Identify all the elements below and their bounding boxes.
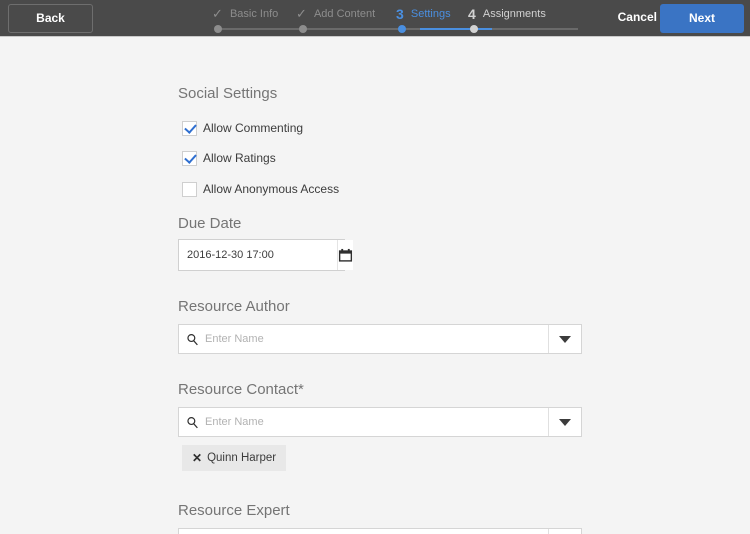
back-button[interactable]: Back <box>8 4 93 33</box>
step-dot-settings[interactable] <box>398 25 406 33</box>
resource-contact-input[interactable] <box>205 408 548 436</box>
stepper-progress-track <box>214 25 578 33</box>
resource-contact-dropdown-button[interactable] <box>548 408 581 436</box>
due-date-field[interactable] <box>178 239 353 271</box>
calendar-icon <box>338 248 353 262</box>
resource-author-input[interactable] <box>205 325 548 353</box>
checkbox-box[interactable] <box>182 121 197 136</box>
wizard-header-bar: Back ✓ Basic Info ✓ Add Content 3 Settin… <box>0 0 750 37</box>
step-dot-basic-info[interactable] <box>214 25 222 33</box>
search-icon <box>179 529 205 534</box>
next-button[interactable]: Next <box>660 4 744 33</box>
stepper-progress-fill <box>420 28 492 30</box>
settings-form: Social Settings Allow Commenting Allow R… <box>0 37 750 534</box>
resource-contact-heading: Resource Contact* <box>178 381 304 398</box>
step-dot-assignments[interactable] <box>470 25 478 33</box>
close-icon[interactable]: ✕ <box>192 451 202 465</box>
chevron-down-icon <box>559 418 571 426</box>
checkbox-label: Allow Ratings <box>203 151 276 165</box>
search-icon <box>179 408 205 436</box>
checkbox-box[interactable] <box>182 151 197 166</box>
step-add-content[interactable]: ✓ Add Content <box>296 6 375 22</box>
resource-author-field[interactable] <box>178 324 582 354</box>
step-assignments[interactable]: 4 Assignments <box>468 6 546 22</box>
resource-expert-input[interactable] <box>205 529 548 534</box>
step-label: Assignments <box>482 8 546 20</box>
social-settings-heading: Social Settings <box>178 85 278 102</box>
calendar-picker-button[interactable] <box>337 240 353 270</box>
resource-expert-field[interactable] <box>178 528 582 534</box>
cancel-button[interactable]: Cancel <box>618 10 657 24</box>
step-settings[interactable]: 3 Settings <box>396 6 451 22</box>
search-icon <box>179 325 205 353</box>
wizard-stepper: ✓ Basic Info ✓ Add Content 3 Settings 4 … <box>200 0 580 37</box>
check-icon: ✓ <box>296 6 307 21</box>
due-date-heading: Due Date <box>178 215 242 232</box>
resource-author-dropdown-button[interactable] <box>548 325 581 353</box>
checkbox-label: Allow Commenting <box>203 121 304 135</box>
step-number: 4 <box>468 6 476 22</box>
chevron-down-icon <box>559 335 571 343</box>
checkbox-label: Allow Anonymous Access <box>203 182 340 196</box>
step-basic-info[interactable]: ✓ Basic Info <box>212 6 278 22</box>
step-number: 3 <box>396 6 404 22</box>
due-date-input[interactable] <box>179 240 337 270</box>
selected-contact-name: Quinn Harper <box>207 452 277 464</box>
resource-contact-field[interactable] <box>178 407 582 437</box>
step-label: Basic Info <box>229 8 279 20</box>
resource-author-heading: Resource Author <box>178 298 290 315</box>
checkbox-box[interactable] <box>182 182 197 197</box>
selected-contact-chip[interactable]: ✕ Quinn Harper <box>182 445 287 471</box>
check-icon: ✓ <box>212 6 223 21</box>
resource-expert-dropdown-button[interactable] <box>548 529 581 534</box>
step-label: Settings <box>410 8 451 20</box>
resource-expert-heading: Resource Expert <box>178 502 290 519</box>
step-dot-add-content[interactable] <box>299 25 307 33</box>
step-label: Add Content <box>313 8 376 20</box>
